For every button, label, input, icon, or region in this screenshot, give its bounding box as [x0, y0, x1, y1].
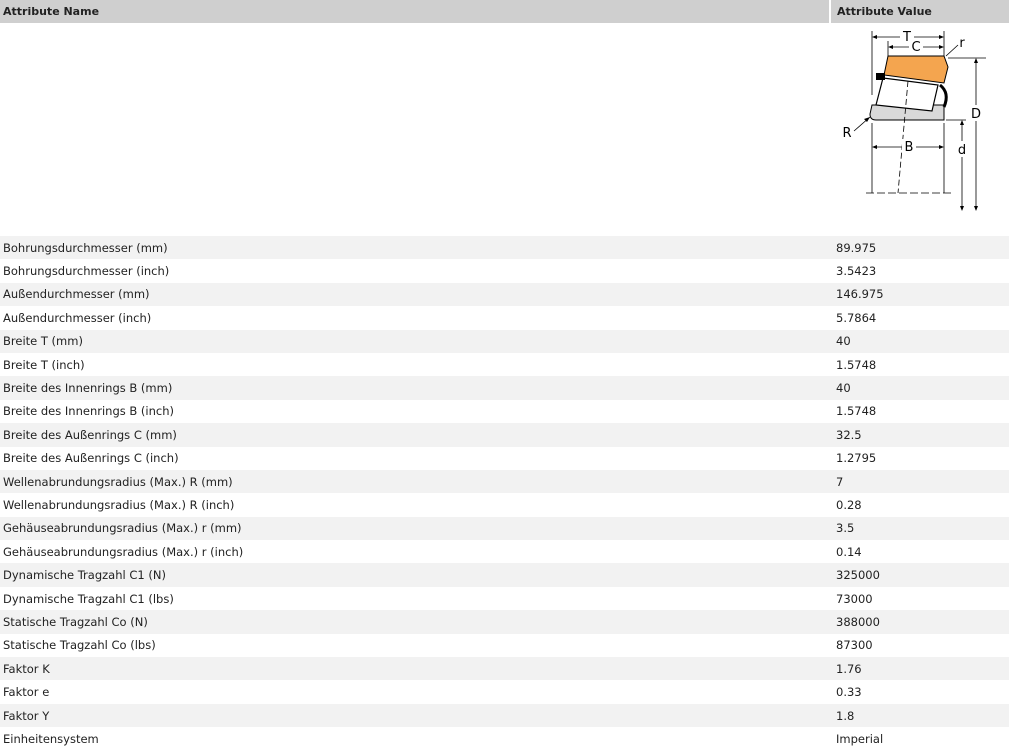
attribute-name-cell: Wellenabrundungsradius (Max.) R (inch) — [0, 493, 830, 517]
table-row: Breite T (inch) 1.5748 — [0, 352, 1009, 377]
diagram-row: T C r D d B R — [0, 23, 1009, 236]
attribute-name-cell: Bohrungsdurchmesser (mm) — [0, 236, 830, 260]
table-row: Außendurchmesser (inch) 5.7864 — [0, 306, 1009, 330]
attribute-value-cell: 3.5 — [830, 516, 1009, 541]
diagram-spacer — [0, 23, 830, 236]
table-row: Wellenabrundungsradius (Max.) R (mm) 7 — [0, 469, 1009, 494]
table-row: Dynamische Tragzahl C1 (N) 325000 — [0, 563, 1009, 587]
attribute-value-cell: 40 — [830, 376, 1009, 400]
attribute-name-cell: Statische Tragzahl Co (N) — [0, 610, 830, 634]
table-row: Statische Tragzahl Co (lbs) 87300 — [0, 633, 1009, 658]
tapered-roller-bearing-diagram: T C r D d B R — [842, 29, 986, 211]
label-d: d — [958, 143, 966, 158]
attribute-value-cell: 73000 — [830, 586, 1009, 611]
attribute-value-cell: 1.76 — [830, 657, 1009, 681]
attribute-name-cell: Wellenabrundungsradius (Max.) R (mm) — [0, 469, 830, 494]
attribute-name-cell: Faktor K — [0, 657, 830, 681]
attribute-name-cell: Faktor e — [0, 680, 830, 704]
attribute-value-cell: 89.975 — [830, 236, 1009, 260]
table-row: Breite des Innenrings B (mm) 40 — [0, 376, 1009, 400]
attribute-name-cell: Breite des Innenrings B (mm) — [0, 376, 830, 400]
table-row: Bohrungsdurchmesser (mm) 89.975 — [0, 236, 1009, 260]
attribute-value-cell: Imperial — [830, 727, 1009, 751]
attribute-value-cell: 146.975 — [830, 282, 1009, 307]
table-row: Faktor K 1.76 — [0, 657, 1009, 681]
attribute-value-cell: 0.28 — [830, 493, 1009, 517]
attribute-name-cell: Außendurchmesser (mm) — [0, 282, 830, 307]
table-row: Außendurchmesser (mm) 146.975 — [0, 282, 1009, 307]
attribute-name-cell: Dynamische Tragzahl C1 (N) — [0, 563, 830, 587]
attribute-value-cell: 0.33 — [830, 680, 1009, 704]
attribute-name-cell: Gehäuseabrundungsradius (Max.) r (mm) — [0, 516, 830, 541]
label-B: B — [905, 140, 914, 155]
attribute-name-cell: Breite T (inch) — [0, 352, 830, 377]
attribute-value-cell: 40 — [830, 329, 1009, 353]
attribute-name-cell: Gehäuseabrundungsradius (Max.) r (inch) — [0, 540, 830, 564]
attribute-name-cell: Breite des Außenrings C (mm) — [0, 423, 830, 447]
cage-right — [938, 83, 948, 108]
bearing-diagram-cell: T C r D d B R — [830, 23, 1009, 236]
attribute-value-cell: 1.5748 — [830, 352, 1009, 377]
label-C: C — [911, 40, 920, 55]
attribute-value-cell: 388000 — [830, 610, 1009, 634]
attribute-value-cell: 1.2795 — [830, 446, 1009, 470]
attribute-name-cell: Faktor Y — [0, 703, 830, 728]
table-row: Statische Tragzahl Co (N) 388000 — [0, 610, 1009, 634]
table-row: Gehäuseabrundungsradius (Max.) r (mm) 3.5 — [0, 516, 1009, 541]
attribute-value-cell: 5.7864 — [830, 306, 1009, 330]
label-D: D — [971, 107, 981, 122]
table-row: Breite des Außenrings C (mm) 32.5 — [0, 423, 1009, 447]
table-row: Breite des Außenrings C (inch) 1.2795 — [0, 446, 1009, 470]
cage-left — [876, 73, 885, 80]
label-r: r — [959, 36, 965, 51]
header-attribute-value: Attribute Value — [829, 0, 1009, 23]
table-row: Breite des Innenrings B (inch) 1.5748 — [0, 399, 1009, 424]
attribute-value-cell: 3.5423 — [830, 259, 1009, 283]
table-row: Breite T (mm) 40 — [0, 329, 1009, 353]
attribute-name-cell: Breite des Außenrings C (inch) — [0, 446, 830, 470]
table-row: Faktor e 0.33 — [0, 680, 1009, 704]
table-row: Wellenabrundungsradius (Max.) R (inch) 0.… — [0, 493, 1009, 517]
attribute-name-cell: Einheitensystem — [0, 727, 830, 751]
attribute-name-cell: Bohrungsdurchmesser (inch) — [0, 259, 830, 283]
label-R: R — [842, 126, 851, 141]
attribute-name-cell: Breite des Innenrings B (inch) — [0, 399, 830, 424]
attribute-name-cell: Statische Tragzahl Co (lbs) — [0, 633, 830, 658]
attribute-name-cell: Außendurchmesser (inch) — [0, 306, 830, 330]
table-row: Bohrungsdurchmesser (inch) 3.5423 — [0, 259, 1009, 283]
attribute-value-cell: 0.14 — [830, 540, 1009, 564]
attribute-value-cell: 1.8 — [830, 703, 1009, 728]
header-attribute-name: Attribute Name — [0, 0, 830, 23]
attribute-name-cell: Dynamische Tragzahl C1 (lbs) — [0, 586, 830, 611]
table-row: Dynamische Tragzahl C1 (lbs) 73000 — [0, 586, 1009, 611]
table-header-row: Attribute Name Attribute Value — [0, 0, 1009, 23]
attribute-value-cell: 87300 — [830, 633, 1009, 658]
table-row: Gehäuseabrundungsradius (Max.) r (inch) 0… — [0, 540, 1009, 564]
table-row: Einheitensystem Imperial — [0, 727, 1009, 751]
attribute-table: Attribute Name Attribute Value T C r D d… — [0, 0, 1009, 751]
table-row: Faktor Y 1.8 — [0, 703, 1009, 728]
attribute-value-cell: 32.5 — [830, 423, 1009, 447]
attribute-name-cell: Breite T (mm) — [0, 329, 830, 353]
attribute-value-cell: 7 — [830, 469, 1009, 494]
attribute-value-cell: 325000 — [830, 563, 1009, 587]
attribute-value-cell: 1.5748 — [830, 399, 1009, 424]
